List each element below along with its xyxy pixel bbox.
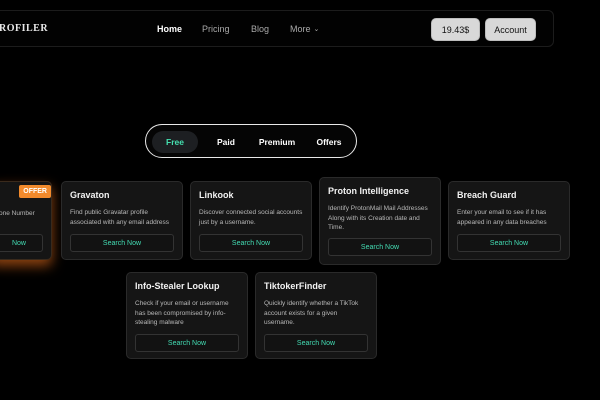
nav-home[interactable]: Home	[157, 24, 182, 34]
card-desc: Check if your email or username has been…	[135, 300, 229, 326]
tab-offers[interactable]: Offers	[306, 131, 352, 153]
tab-paid[interactable]: Paid	[203, 131, 249, 153]
nav-pricing[interactable]: Pricing	[202, 24, 230, 34]
card-title: Info-Stealer Lookup	[135, 281, 220, 291]
card-desc: Identify ProtonMail Mail Addresses Along…	[328, 205, 428, 231]
search-button[interactable]: Search Now	[457, 234, 561, 252]
card-title: Linkook	[199, 190, 234, 200]
top-navbar: ROFILER Home Pricing Blog More ⌄ 19.43$ …	[0, 10, 554, 47]
nav-more-label: More	[290, 24, 311, 34]
card-title: Proton Intelligence	[328, 186, 410, 196]
card-desc: Enter your email to see if it has appear…	[457, 209, 547, 226]
search-button[interactable]: Search Now	[70, 234, 174, 252]
nav-more[interactable]: More ⌄	[290, 24, 319, 34]
card-desc: Quickly identify whether a TikTok accoun…	[264, 300, 359, 326]
card-desc: Find public Gravatar profile associated …	[70, 209, 169, 226]
card-breach-guard: Breach Guard Enter your email to see if …	[448, 181, 570, 260]
search-button[interactable]: Now	[0, 234, 43, 252]
account-button[interactable]: Account	[485, 18, 536, 41]
card-desc: one Number	[0, 210, 35, 217]
brand-logo[interactable]: ROFILER	[0, 23, 48, 34]
tab-premium[interactable]: Premium	[252, 131, 302, 153]
search-button[interactable]: Search Now	[264, 334, 368, 352]
card-linkook: Linkook Discover connected social accoun…	[190, 181, 312, 260]
card-gravaton: Gravaton Find public Gravatar profile as…	[61, 181, 183, 260]
card-tiktoker-finder: TiktokerFinder Quickly identify whether …	[255, 272, 377, 359]
balance-button[interactable]: 19.43$	[431, 18, 480, 41]
search-button[interactable]: Search Now	[199, 234, 303, 252]
card-proton-intelligence: Proton Intelligence Identify ProtonMail …	[319, 177, 441, 265]
search-button[interactable]: Search Now	[135, 334, 239, 352]
card-title: Breach Guard	[457, 190, 517, 200]
card-info-stealer-lookup: Info-Stealer Lookup Check if your email …	[126, 272, 248, 359]
card-desc: Discover connected social accounts just …	[199, 209, 303, 226]
card-title: Gravaton	[70, 190, 110, 200]
card-title: TiktokerFinder	[264, 281, 327, 291]
tab-free[interactable]: Free	[152, 131, 198, 153]
nav-blog[interactable]: Blog	[251, 24, 269, 34]
plan-tabs: Free Paid Premium Offers	[145, 124, 357, 158]
chevron-down-icon: ⌄	[313, 25, 320, 33]
card-partial-offer: OFFER one Number Now	[0, 181, 52, 260]
offer-badge: OFFER	[19, 185, 51, 198]
search-button[interactable]: Search Now	[328, 238, 432, 256]
